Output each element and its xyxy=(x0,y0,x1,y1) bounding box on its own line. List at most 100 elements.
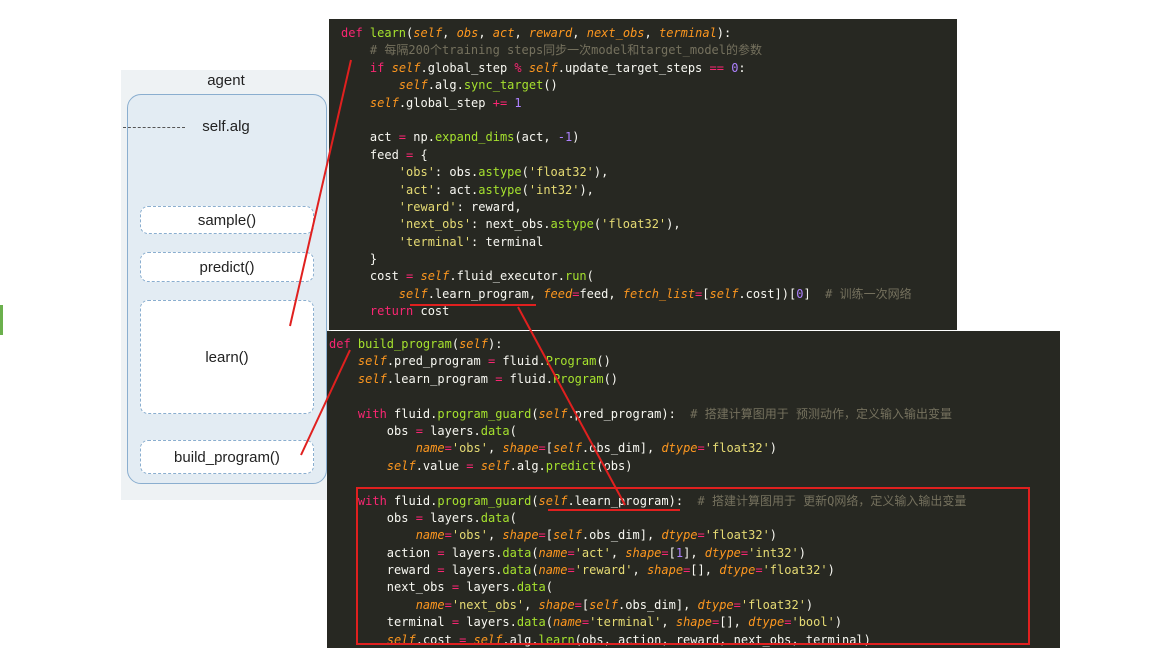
code-self: self xyxy=(553,528,582,543)
code-string: 'float32' xyxy=(704,528,770,543)
code-text: ) xyxy=(805,597,814,612)
code-text: .alg. xyxy=(502,632,539,647)
code-text: .learn_program, xyxy=(427,286,544,301)
code-string: 'int32' xyxy=(748,545,799,560)
code-string: 'reward' xyxy=(398,199,457,214)
code-string: 'obs' xyxy=(451,528,488,543)
code-keyword: def xyxy=(341,26,370,40)
code-self: self xyxy=(480,458,510,473)
agent-box xyxy=(127,94,327,484)
code-text: , xyxy=(661,615,676,630)
code-text: .learn_program xyxy=(386,371,496,386)
code-self: self xyxy=(357,371,387,386)
code-text: ] xyxy=(803,286,826,301)
code-text: fluid. xyxy=(394,493,438,508)
code-line: self.learn_program = fluid.Program() xyxy=(329,371,1060,388)
code-text: ), xyxy=(666,217,681,232)
code-line: name='obs', shape=[self.obs_dim], dtype=… xyxy=(329,527,1060,544)
code-comment: # 搭建计算图用于 更新Q网络，定义输入输出变量 xyxy=(697,493,967,508)
code-text: ( xyxy=(531,493,539,508)
code-line: } xyxy=(341,251,957,268)
code-self: self xyxy=(386,632,416,647)
code-self: self xyxy=(413,26,443,40)
code-text: , xyxy=(487,441,503,456)
code-keyword: = xyxy=(487,354,503,369)
code-text: ( xyxy=(521,165,529,180)
code-text: ), xyxy=(593,165,609,180)
code-text: .pred_program xyxy=(386,354,488,369)
code-keyword: = xyxy=(697,528,705,543)
code-text: , xyxy=(478,26,493,40)
code-text: [ xyxy=(668,545,676,560)
code-keyword: with xyxy=(357,493,395,508)
code-text: ( xyxy=(451,337,460,351)
code-text: fluid. xyxy=(502,354,546,369)
code-text: ( xyxy=(531,406,539,421)
code-self: self xyxy=(420,269,450,284)
code-function: predict xyxy=(545,458,597,473)
code-arg: shape xyxy=(646,563,684,578)
code-text: .value xyxy=(415,458,467,473)
code-string: 'float32' xyxy=(528,165,594,180)
code-keyword: = xyxy=(444,597,452,612)
method-predict: predict() xyxy=(140,252,314,282)
code-text: ( xyxy=(586,269,594,284)
code-keyword: def xyxy=(329,337,358,351)
code-line: self.cost = self.alg.learn(obs, action, … xyxy=(329,632,1060,648)
code-line: self.pred_program = fluid.Program() xyxy=(329,353,1060,370)
code-string: 'float32' xyxy=(740,597,806,612)
code-keyword: += xyxy=(492,95,515,110)
code-line: name='next_obs', shape=[self.obs_dim], d… xyxy=(329,597,1060,614)
code-number: -1 xyxy=(557,130,573,145)
method-learn: learn() xyxy=(140,300,314,414)
code-function: program_guard xyxy=(437,493,532,508)
code-line: obs = layers.data( xyxy=(329,510,1060,527)
code-number: 1 xyxy=(514,95,522,110)
code-text: ) xyxy=(827,563,835,578)
code-keyword: = xyxy=(398,130,414,145)
code-line: # 每隔200个training steps同步一次model和target_m… xyxy=(341,42,957,59)
code-line: terminal = layers.data(name='terminal', … xyxy=(329,614,1060,631)
code-function: astype xyxy=(478,182,522,197)
code-line: def learn(self, obs, act, reward, next_o… xyxy=(341,25,957,42)
code-line: return cost xyxy=(341,303,957,320)
code-line: reward = layers.data(name='reward', shap… xyxy=(329,562,1060,579)
code-keyword: = xyxy=(444,441,452,456)
code-text: next_obs xyxy=(329,580,452,595)
code-line: with fluid.program_guard(self.learn_prog… xyxy=(329,493,1060,510)
code-text: layers. xyxy=(466,615,517,630)
code-text: obs xyxy=(329,423,416,438)
code-line: next_obs = layers.data( xyxy=(329,579,1060,596)
code-self: self xyxy=(538,406,568,421)
code-text: , xyxy=(644,26,659,40)
code-text: [], xyxy=(719,615,749,630)
code-keyword: = xyxy=(574,597,582,612)
code-keyword: = xyxy=(567,563,575,578)
code-string: 'float32' xyxy=(762,563,828,578)
code-arg: dtype xyxy=(661,441,698,456)
code-keyword: % xyxy=(514,60,529,75)
code-self: self xyxy=(709,286,739,301)
code-string: 'float32' xyxy=(704,441,770,456)
code-text: layers. xyxy=(430,423,481,438)
code-line: 'terminal': terminal xyxy=(341,234,957,251)
code-text: , xyxy=(572,26,587,40)
method-build-program: build_program() xyxy=(140,440,314,474)
code-keyword: = xyxy=(406,269,421,284)
code-function: learn xyxy=(538,632,575,647)
code-string: 'next_obs' xyxy=(398,217,472,232)
code-keyword: = xyxy=(697,441,705,456)
code-line: self.value = self.alg.predict(obs) xyxy=(329,458,1060,475)
code-keyword: = xyxy=(661,545,669,560)
code-text: layers. xyxy=(451,563,503,578)
